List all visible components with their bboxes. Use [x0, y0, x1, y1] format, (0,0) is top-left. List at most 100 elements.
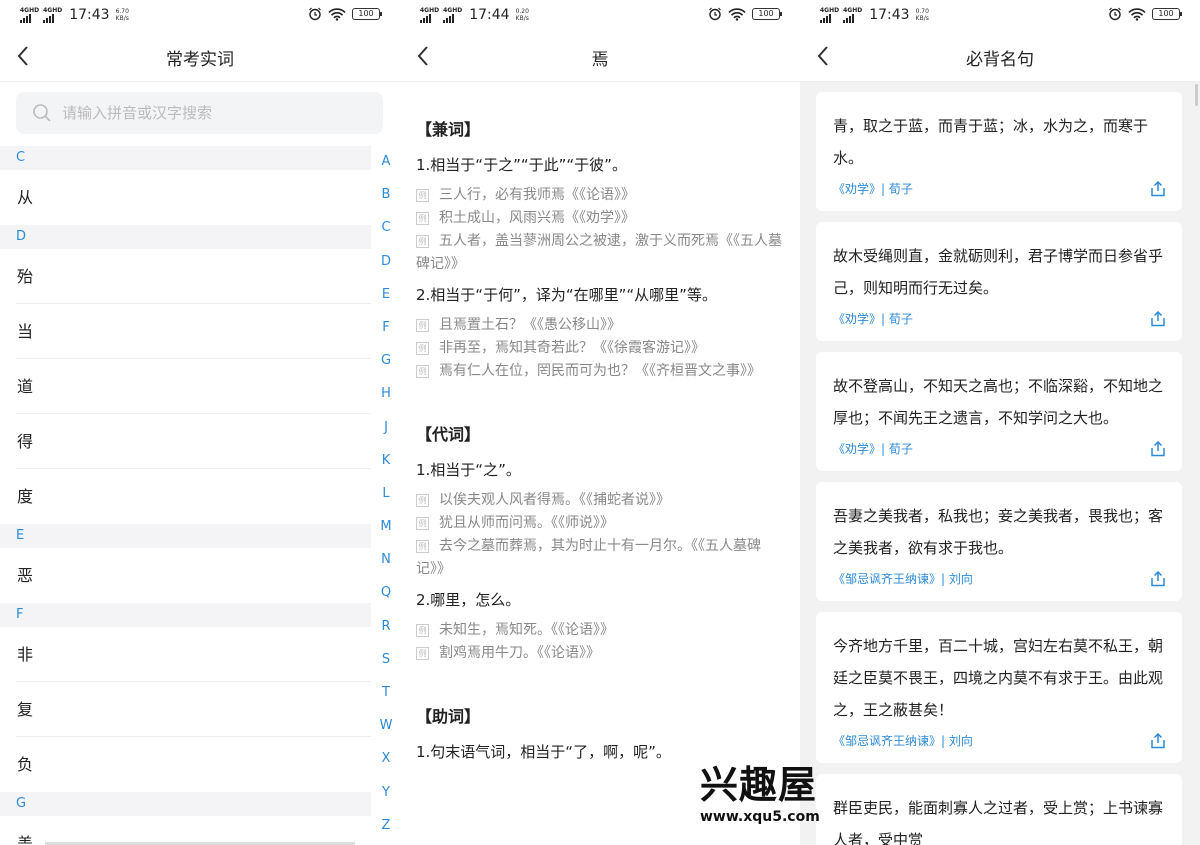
- quote-source-link[interactable]: 《邹忌讽齐王纳谏》| 刘向: [833, 570, 1165, 587]
- screen-famous-quotes: 4GHD 4GHD 17:43 0.70 KB/s 100 必背名句 青，取之于蓝…: [800, 0, 1200, 845]
- quote-card[interactable]: 青，取之于蓝，而青于蓝；冰，水为之，而寒于水。 《劝学》| 荀子: [816, 92, 1182, 211]
- alphabet-letter[interactable]: Z: [378, 816, 394, 845]
- alphabet-letter[interactable]: S: [378, 650, 394, 683]
- share-icon[interactable]: [1150, 733, 1166, 749]
- share-icon[interactable]: [1150, 571, 1166, 587]
- search-box[interactable]: [16, 92, 383, 134]
- back-icon[interactable]: [14, 44, 34, 68]
- quote-source-link[interactable]: 《劝学》| 荀子: [833, 180, 1165, 197]
- example-text: 以俟夫观人风者得焉。《《捕蛇者说》》: [439, 492, 670, 508]
- wifi-icon: [1128, 7, 1146, 21]
- alphabet-letter[interactable]: K: [378, 451, 394, 484]
- alphabet-letter[interactable]: Y: [378, 783, 394, 816]
- status-bar: 4GHD 4GHD 17:44 0.20 KB/s 100: [400, 0, 800, 30]
- example-sentence: 例非再至，焉知其奇若此？《《徐霞客游记》》: [416, 337, 786, 360]
- alphabet-letter[interactable]: W: [378, 716, 394, 749]
- alphabet-letter[interactable]: X: [378, 749, 394, 782]
- share-icon[interactable]: [1150, 311, 1166, 327]
- status-bar: 4GHD 4GHD 17:43 0.70 KB/s 100: [800, 0, 1200, 30]
- screen-word-detail: 4GHD 4GHD 17:44 0.20 KB/s 100 焉 【兼词】 1.相当于…: [400, 0, 800, 845]
- battery-icon: 100: [1152, 8, 1182, 20]
- net-speed: 6.70 KB/s: [115, 8, 129, 22]
- example-tag-icon: 例: [416, 319, 429, 332]
- alphabet-letter[interactable]: J: [378, 418, 394, 451]
- quote-card[interactable]: 故木受绳则直，金就砺则利，君子博学而日参省乎己，则知明而行无过矣。《劝学》| 荀…: [816, 222, 1182, 341]
- status-time: 17:43: [869, 7, 910, 23]
- quote-list: 青，取之于蓝，而青于蓝；冰，水为之，而寒于水。 《劝学》| 荀子 故木受绳则直，金就…: [816, 92, 1182, 845]
- back-icon[interactable]: [814, 44, 834, 68]
- quote-card[interactable]: 吾妻之美我者，私我也；妾之美我者，畏我也；客之美我者，欲有求于我也。 《邹忌讽齐王…: [816, 482, 1182, 601]
- alphabet-letter[interactable]: G: [378, 351, 394, 384]
- list-item[interactable]: 非: [0, 627, 371, 682]
- quote-source-link[interactable]: 《劝学》| 荀子: [833, 310, 1165, 327]
- example-sentence: 例犹且从师而问焉。《《师说》》: [416, 512, 786, 535]
- quote-text: 故木受绳则直，金就砺则利，君子博学而日参省乎己，则知明而行无过矣。: [833, 247, 1164, 297]
- battery-icon: 100: [352, 8, 382, 20]
- scrollbar[interactable]: [1195, 84, 1198, 106]
- section-header: C: [0, 146, 371, 170]
- example-text: 非再至，焉知其奇若此？《《徐霞客游记》》: [439, 340, 705, 356]
- signal-icon: 4GHD: [443, 7, 462, 23]
- example-tag-icon: 例: [416, 189, 429, 202]
- quote-card[interactable]: 群臣吏民，能面刺寡人之过者，受上赏；上书谏寡人者，受中赏: [816, 774, 1182, 845]
- list-item[interactable]: 得: [0, 414, 371, 469]
- page-title: 常考实词: [166, 50, 234, 70]
- example-tag-icon: 例: [416, 494, 429, 507]
- list-item[interactable]: 道: [0, 359, 371, 414]
- list-item[interactable]: 度: [0, 469, 371, 524]
- list-item[interactable]: 从: [0, 170, 371, 225]
- quote-card[interactable]: 今齐地方千里，百二十城，宫妇左右莫不私王，朝廷之臣莫不畏王，四境之内莫不有求于王…: [816, 612, 1182, 763]
- alphabet-letter[interactable]: L: [378, 484, 394, 517]
- share-icon[interactable]: [1150, 441, 1166, 457]
- alphabet-index[interactable]: ABCDEFGHJKLMNQRSTWXYZ: [378, 152, 394, 845]
- back-icon[interactable]: [414, 44, 434, 68]
- example-tag-icon: 例: [416, 365, 429, 378]
- section-header: G: [0, 792, 371, 816]
- alphabet-letter[interactable]: B: [378, 185, 394, 218]
- alphabet-letter[interactable]: M: [378, 517, 394, 550]
- search-input[interactable]: [62, 92, 362, 134]
- word-definitions: 【兼词】 1.相当于“于之”“于此”“于彼”。例三人行，必有我师焉《《论语》》例积…: [416, 110, 786, 771]
- example-text: 五人者，盖当蓼洲周公之被逮，激于义而死焉《《五人墓碑记》》: [416, 233, 782, 272]
- example-tag-icon: 例: [416, 235, 429, 248]
- quote-text: 故不登高山，不知天之高也；不临深谿，不知地之厚也；不闻先王之遗言，不知学问之大也…: [833, 377, 1164, 427]
- quote-card[interactable]: 故不登高山，不知天之高也；不临深谿，不知地之厚也；不闻先王之遗言，不知学问之大也…: [816, 352, 1182, 471]
- alphabet-letter[interactable]: H: [378, 384, 394, 417]
- list-item[interactable]: 盖: [0, 816, 371, 845]
- alphabet-letter[interactable]: D: [378, 252, 394, 285]
- signal-icon: 4GHD: [843, 7, 862, 23]
- quote-text: 群臣吏民，能面刺寡人之过者，受上赏；上书谏寡人者，受中赏: [833, 799, 1164, 845]
- list-item[interactable]: 殆: [0, 249, 371, 304]
- example-sentence: 例未知生，焉知死。《《论语》》: [416, 619, 786, 642]
- alphabet-letter[interactable]: A: [378, 152, 394, 185]
- page-title: 必背名句: [966, 50, 1034, 70]
- example-tag-icon: 例: [416, 212, 429, 225]
- list-item[interactable]: 负: [0, 737, 371, 792]
- wifi-icon: [328, 7, 346, 21]
- alphabet-letter[interactable]: F: [378, 318, 394, 351]
- battery-icon: 100: [752, 8, 782, 20]
- alarm-icon: [1109, 7, 1121, 21]
- alphabet-letter[interactable]: R: [378, 617, 394, 650]
- nav-bar: 必背名句: [800, 30, 1200, 82]
- share-icon[interactable]: [1150, 181, 1166, 197]
- alphabet-letter[interactable]: T: [378, 683, 394, 716]
- status-bar: 4GHD 4GHD 17:43 6.70 KB/s 100: [0, 0, 400, 30]
- example-tag-icon: 例: [416, 517, 429, 530]
- nav-bar: 常考实词: [0, 30, 400, 82]
- alphabet-letter[interactable]: Q: [378, 583, 394, 616]
- example-sentence: 例以俟夫观人风者得焉。《《捕蛇者说》》: [416, 489, 786, 512]
- alphabet-letter[interactable]: E: [378, 285, 394, 318]
- example-sentence: 例焉有仁人在位，罔民而可为也？《《齐桓晋文之事》》: [416, 360, 786, 383]
- alphabet-letter[interactable]: N: [378, 550, 394, 583]
- quote-source-link[interactable]: 《邹忌讽齐王纳谏》| 刘向: [833, 732, 1165, 749]
- example-sentence: 例五人者，盖当蓼洲周公之被逮，激于义而死焉《《五人墓碑记》》: [416, 230, 786, 276]
- list-item[interactable]: 恶: [0, 548, 371, 603]
- alarm-icon: [309, 7, 321, 21]
- signal-icon: 4GHD: [20, 7, 39, 23]
- quote-source-link[interactable]: 《劝学》| 荀子: [833, 440, 1165, 457]
- alphabet-letter[interactable]: C: [378, 218, 394, 251]
- section-header: D: [0, 225, 371, 249]
- list-item[interactable]: 当: [0, 304, 371, 359]
- list-item[interactable]: 复: [0, 682, 371, 737]
